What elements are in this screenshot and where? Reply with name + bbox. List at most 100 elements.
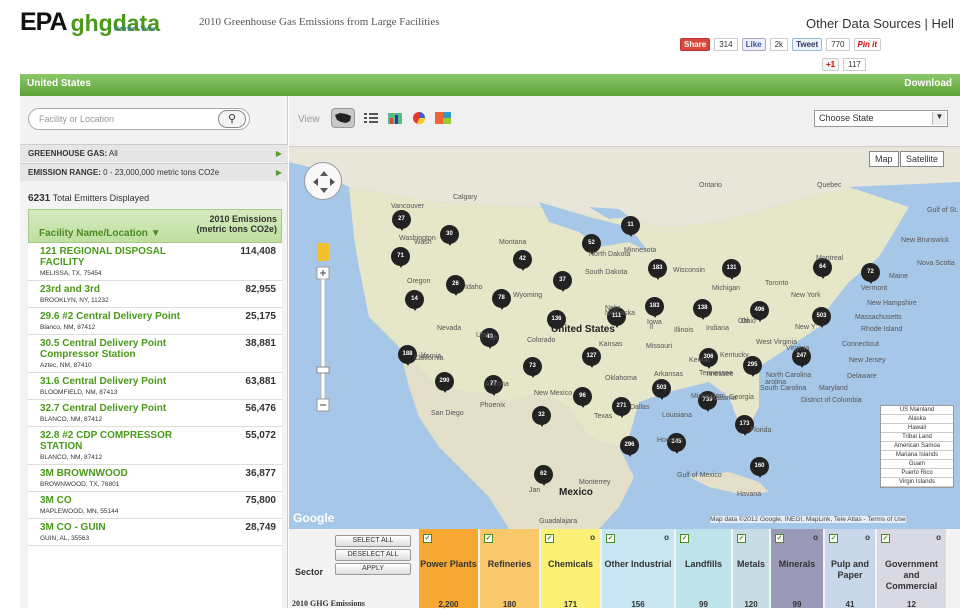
list-view-icon[interactable] (359, 108, 383, 128)
apply-button[interactable]: APPLY (335, 563, 411, 575)
facility-name[interactable]: 31.6 Central Delivery Point (40, 376, 190, 387)
sector-info-icon[interactable]: o (865, 533, 870, 542)
sector-checkbox[interactable]: ✓ (737, 534, 746, 543)
list-item[interactable]: 3M BROWNWOOD BROWNWOOD, TX, 76801 36,877 (28, 465, 282, 492)
sector-info-icon[interactable]: o (590, 533, 595, 542)
territory-item[interactable]: Hawaii (881, 424, 953, 433)
facility-cluster-marker[interactable]: 73 (523, 357, 542, 378)
sector-chemicals[interactable]: ✓ o Chemicals 171 (541, 529, 600, 609)
sector-checkbox[interactable]: ✓ (606, 534, 615, 543)
sector-checkbox[interactable]: ✓ (680, 534, 689, 543)
breadcrumb[interactable]: United States (27, 78, 91, 89)
pie-chart-view-icon[interactable] (407, 108, 431, 128)
facility-cluster-marker[interactable]: 71 (391, 247, 410, 268)
list-item[interactable]: 32.7 Central Delivery Point BLANCO, NM, 8… (28, 400, 282, 427)
facility-name[interactable]: 3M BROWNWOOD (40, 468, 190, 479)
bar-chart-view-icon[interactable] (383, 108, 407, 128)
col-emissions-label[interactable]: 2010 Emissions (metric tons CO2e) (177, 214, 277, 234)
facility-cluster-marker[interactable]: 183 (648, 259, 667, 280)
facility-cluster-marker[interactable]: 37 (553, 271, 572, 292)
sector-refineries[interactable]: ✓ Refineries 180 (480, 529, 539, 609)
facility-cluster-marker[interactable]: 11 (621, 216, 640, 237)
facility-cluster-marker[interactable]: 72 (861, 263, 880, 284)
list-item[interactable]: 121 REGIONAL DISPOSAL FACILITY MELISSA, T… (28, 243, 282, 281)
facility-cluster-marker[interactable]: 138 (693, 299, 712, 320)
facility-cluster-marker[interactable]: 271 (612, 397, 631, 418)
territory-item[interactable]: Tribal Land (881, 433, 953, 442)
territory-item[interactable]: Guam (881, 460, 953, 469)
list-item[interactable]: 23rd and 3rd BROOKLYN, NY, 11232 82,955 (28, 281, 282, 308)
facility-cluster-marker[interactable]: 14 (405, 290, 424, 311)
sector-checkbox[interactable]: ✓ (423, 534, 432, 543)
sector-checkbox[interactable]: ✓ (545, 534, 554, 543)
territory-item[interactable]: American Samoa (881, 442, 953, 451)
facility-cluster-marker[interactable]: 27 (392, 210, 411, 231)
sort-by-name[interactable]: Facility Name/Location ▼ (39, 228, 161, 239)
treemap-view-icon[interactable] (431, 108, 455, 128)
facility-name[interactable]: 32.7 Central Delivery Point (40, 403, 190, 414)
sector-power-plants[interactable]: ✓ Power Plants 2,200 (419, 529, 478, 609)
sector-metals[interactable]: ✓ Metals 120 (733, 529, 769, 609)
facility-cluster-marker[interactable]: 127 (582, 347, 601, 368)
facility-cluster-marker[interactable]: 160 (750, 457, 769, 478)
sector-checkbox[interactable]: ✓ (484, 534, 493, 543)
share-button[interactable]: Share (680, 38, 711, 51)
state-select[interactable]: Choose State ▼ (814, 110, 948, 127)
facility-cluster-marker[interactable]: 30 (440, 225, 459, 246)
other-data-sources-link[interactable]: Other Data Sources | Hell (806, 16, 954, 31)
sector-checkbox[interactable]: ✓ (775, 534, 784, 543)
facility-cluster-marker[interactable]: 62 (534, 465, 553, 486)
facility-name[interactable]: 23rd and 3rd (40, 284, 190, 295)
territory-item[interactable]: Mariana Islands (881, 451, 953, 460)
facility-cluster-marker[interactable]: 296 (620, 436, 639, 457)
territory-item[interactable]: Virgin Islands (881, 478, 953, 487)
search-input[interactable]: Facility or Location (39, 114, 114, 124)
facility-cluster-marker[interactable]: 503 (652, 379, 671, 400)
facility-cluster-marker[interactable]: 42 (513, 250, 532, 271)
sector-landfills[interactable]: ✓ Landfills 99 (676, 529, 731, 609)
map-view-icon[interactable] (331, 108, 355, 128)
tweet-button[interactable]: Tweet (792, 38, 823, 51)
facility-cluster-marker[interactable]: 96 (573, 387, 592, 408)
sector-other-industrial[interactable]: ✓ o Other Industrial 156 (602, 529, 674, 609)
facility-cluster-marker[interactable]: 290 (435, 372, 454, 393)
download-button[interactable]: Download (904, 78, 952, 89)
facility-name[interactable]: 30.5 Central Delivery Point Compressor S… (40, 338, 190, 360)
map-type-map-button[interactable]: Map (869, 151, 899, 167)
facility-cluster-marker[interactable]: 78 (492, 289, 511, 310)
sector-checkbox[interactable]: ✓ (829, 534, 838, 543)
sector-minerals[interactable]: ✓ o Minerals 99 (771, 529, 823, 609)
facility-cluster-marker[interactable]: 183 (645, 297, 664, 318)
facebook-like-button[interactable]: Like (741, 38, 766, 51)
list-item[interactable]: 31.6 Central Delivery Point BLOOMFIELD, N… (28, 373, 282, 400)
list-item[interactable]: 3M CO MAPLEWOOD, MN, 55144 75,800 (28, 492, 282, 519)
pan-control[interactable] (304, 162, 342, 200)
facility-cluster-marker[interactable]: 32 (532, 406, 551, 427)
map-copyright[interactable]: Map data ©2012 Google, INEGI, MapLink, T… (710, 516, 906, 523)
zoom-control[interactable] (316, 243, 330, 417)
map-type-satellite-button[interactable]: Satellite (900, 151, 945, 167)
map[interactable]: Map Satellite 27 30 11 71 52 42 183 131 64 72 26 37… (289, 147, 960, 529)
facility-name[interactable]: 3M CO (40, 495, 190, 506)
list-item[interactable]: 3M CO - GUIN GUIN, AL, 35563 28,749 (28, 519, 282, 546)
facility-name[interactable]: 3M CO - GUIN (40, 522, 190, 533)
sector-checkbox[interactable]: ✓ (881, 534, 890, 543)
sector-info-icon[interactable]: o (936, 533, 941, 542)
territory-item[interactable]: US Mainland (881, 406, 953, 415)
gas-filter[interactable]: GREENHOUSE GAS: All ▶ (20, 144, 288, 162)
sector-pulp-and-paper[interactable]: ✓ o Pulp and Paper 41 (825, 529, 875, 609)
refresh-view-link[interactable]: Refresh View (114, 26, 156, 33)
territory-item[interactable]: Puerto Rico (881, 469, 953, 478)
facility-cluster-marker[interactable]: 26 (446, 275, 465, 296)
facility-name[interactable]: 121 REGIONAL DISPOSAL FACILITY (40, 246, 190, 268)
sector-government-and-commercial[interactable]: ✓ o Government and Commercial 12 (877, 529, 946, 609)
range-filter[interactable]: EMISSION RANGE: 0 - 23,000,000 metric to… (20, 163, 288, 181)
sector-info-icon[interactable]: o (813, 533, 818, 542)
list-item[interactable]: 32.8 #2 CDP COMPRESSOR STATION BLANCO, NM… (28, 427, 282, 465)
facility-name[interactable]: 32.8 #2 CDP COMPRESSOR STATION (40, 430, 190, 452)
list-item[interactable]: 29.6 #2 Central Delivery Point Blanco, NM… (28, 308, 282, 335)
select-all-button[interactable]: SELECT ALL (335, 535, 411, 547)
facility-cluster-marker[interactable]: 131 (722, 259, 741, 280)
gplus-button[interactable]: +1 (822, 58, 840, 71)
search-icon[interactable]: ⚲ (218, 110, 246, 128)
